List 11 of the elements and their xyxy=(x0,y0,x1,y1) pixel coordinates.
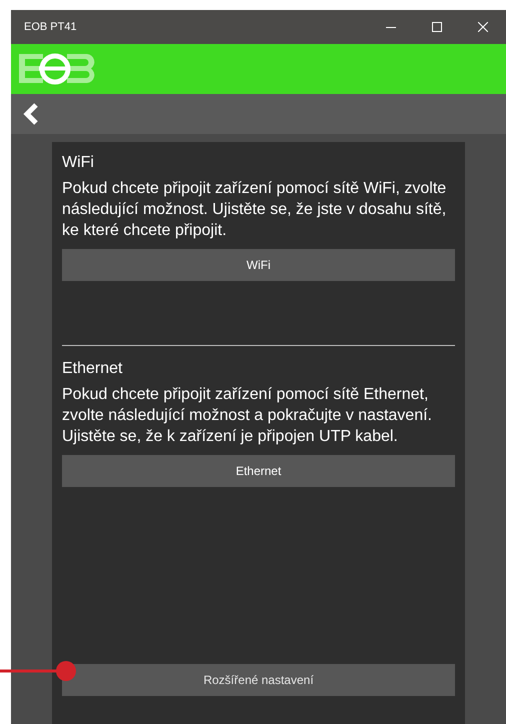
close-icon xyxy=(478,22,488,32)
maximize-icon xyxy=(432,22,442,32)
section-title: WiFi xyxy=(62,153,95,173)
section-title: Ethernet xyxy=(62,359,124,379)
minimize-icon xyxy=(386,26,396,28)
section-description: Pokud chcete připojit zařízení pomocí sítě WiFi, zvolte následující možnost. Ujistěte se, že jste v dosahu sítě, ke které chcete připojit. xyxy=(62,179,448,241)
option-button[interactable]: Ethernet xyxy=(62,455,455,487)
section-description: Pokud chcete připojit zařízení pomocí sítě Ethernet, zvolte následující možnost a pokračujte v nastavení. Ujistěte se, že k zařízení je připojen UTP kabel. xyxy=(62,385,433,447)
option-button[interactable]: WiFi xyxy=(62,249,455,281)
advanced-settings-button[interactable]: Rozšířené nastavení xyxy=(62,664,455,696)
window-title: EOB PT41 xyxy=(24,20,77,35)
